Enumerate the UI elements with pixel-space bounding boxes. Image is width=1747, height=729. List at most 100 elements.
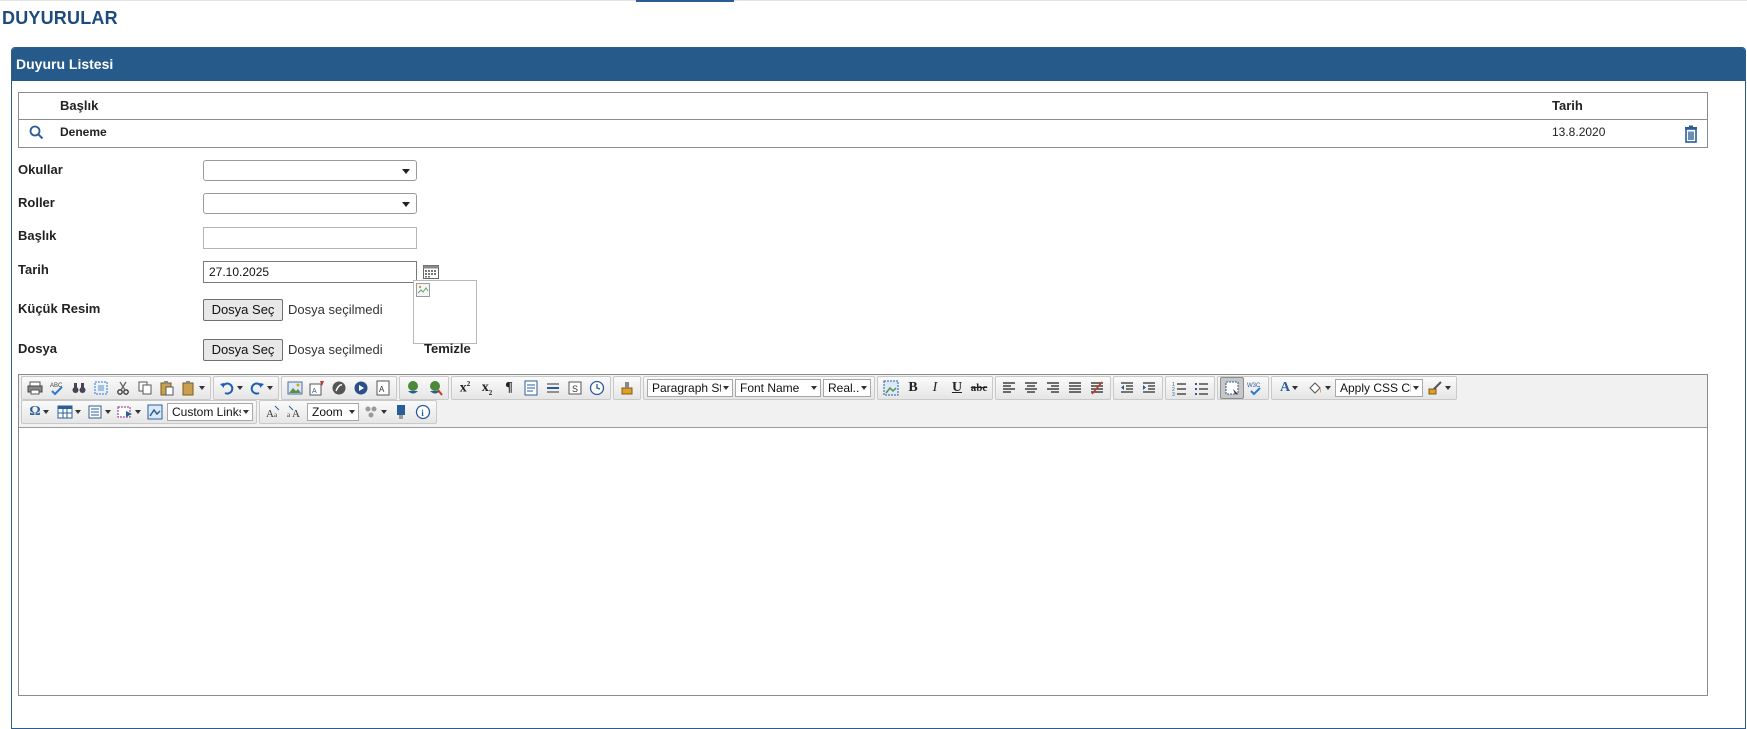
xhtml-validator-icon[interactable]: W3C [1244,378,1266,398]
toolbar-group-view: W3C [1217,376,1269,400]
insert-symbol-box-icon[interactable]: S [564,378,586,398]
chevron-down-icon [381,410,387,414]
thumbnail-label: Küçük Resim [18,301,101,316]
toolbar-group-case: Aa aA Zoom i [259,400,437,424]
clear-link[interactable]: Temizle [424,341,471,356]
file-button[interactable]: Dosya Seç [203,339,283,361]
toolbar-group-lists: 123 [1165,376,1215,400]
chevron-down-icon [349,410,355,414]
clock-icon[interactable] [586,378,608,398]
svg-text:A: A [312,388,317,395]
css-class-dropdown[interactable]: Apply CSS Cl... [1335,379,1423,397]
magnifier-icon[interactable] [27,123,47,143]
paste-icon[interactable] [156,378,178,398]
toolbar-group-format: x2 x2 ¶ S [451,376,611,400]
title-input[interactable] [203,227,417,249]
indent-icon[interactable] [1138,378,1160,398]
form-icon[interactable] [520,378,542,398]
trash-icon[interactable] [1681,124,1701,144]
format-cleaner-icon[interactable] [1424,378,1454,398]
strikethrough-icon[interactable]: abc [968,378,990,398]
date-input[interactable] [203,261,417,283]
remove-alignment-icon[interactable] [1086,378,1108,398]
print-icon[interactable] [24,378,46,398]
underline-icon[interactable]: U [946,378,968,398]
align-left-icon[interactable] [998,378,1020,398]
about-icon[interactable]: i [412,402,434,422]
image-manager-icon[interactable] [284,378,306,398]
outdent-icon[interactable] [1116,378,1138,398]
toggle-screen-mode-icon[interactable] [390,402,412,422]
chevron-down-icon [402,169,410,174]
toggle-borders-icon[interactable] [1220,377,1244,399]
flash-icon[interactable] [328,378,350,398]
chevron-down-icon [42,410,49,414]
roles-select[interactable] [203,193,417,214]
announcement-panel: Duyuru Listesi Başlık Tarih Deneme 13.8.… [11,47,1746,729]
toolbar-row-1: ABC A A x2 x2 ¶ S Paragraph S Font Name … [21,376,1459,400]
row-title: Deneme [60,125,107,139]
font-name-dropdown[interactable]: Font Name [735,379,821,397]
thumbnail-file-button[interactable]: Dosya Seç [203,299,283,321]
date-label: Tarih [18,262,49,277]
select-all-icon[interactable] [90,378,112,398]
panel-header: Duyuru Listesi [12,48,1745,81]
image-map-icon[interactable]: A [306,378,328,398]
find-replace-icon[interactable] [68,378,90,398]
undo-icon[interactable] [216,378,246,398]
svg-text:3: 3 [1172,392,1175,396]
media-icon[interactable] [350,378,372,398]
svg-text:A: A [266,408,274,420]
redo-icon[interactable] [246,378,276,398]
chevron-down-icon [861,386,867,390]
document-manager-icon[interactable]: A [372,378,394,398]
toolbar-group-edit: ABC [21,376,211,400]
font-size-dropdown[interactable]: Real... [823,379,871,397]
cut-icon[interactable] [112,378,134,398]
custom-links-dropdown[interactable]: Custom Links [167,403,253,421]
fore-color-icon[interactable]: A [1274,378,1304,398]
bold-icon[interactable]: B [902,378,924,398]
module-manager-icon[interactable] [360,402,390,422]
thumbnail-preview [413,280,477,344]
spellcheck-icon[interactable]: ABC [46,378,68,398]
horizontal-rule-icon[interactable] [542,378,564,398]
template-icon[interactable] [114,402,144,422]
paragraph-icon[interactable]: ¶ [498,378,520,398]
schools-select[interactable] [203,160,417,181]
svg-text:a: a [274,411,278,419]
back-color-icon[interactable] [1304,378,1334,398]
calendar-icon[interactable] [423,265,439,279]
unlink-icon[interactable] [424,378,446,398]
bullet-list-icon[interactable] [1190,378,1212,398]
chevron-down-icon [811,386,817,390]
toolbar-group-history [213,376,279,400]
broken-image-icon [416,283,430,297]
schools-label: Okullar [18,162,63,177]
snippet-icon[interactable] [84,402,114,422]
chevron-down-icon [105,410,111,414]
superscript-icon[interactable]: x2 [454,378,476,398]
justify-icon[interactable] [1064,378,1086,398]
align-right-icon[interactable] [1042,378,1064,398]
omega-symbol-icon[interactable]: Ω [24,402,54,422]
subscript-icon[interactable]: x2 [476,378,498,398]
table-icon[interactable] [54,402,84,422]
thumbnail-file-status: Dosya seçilmedi [288,302,383,317]
row-date: 13.8.2020 [1552,125,1606,139]
numbered-list-icon[interactable]: 123 [1168,378,1190,398]
paragraph-style-dropdown[interactable]: Paragraph St... [647,379,733,397]
convert-lowercase-icon[interactable]: Aa [262,402,284,422]
convert-uppercase-icon[interactable]: aA [284,402,306,422]
table-row[interactable]: Deneme 13.8.2020 [19,120,1707,147]
align-center-icon[interactable] [1020,378,1042,398]
link-icon[interactable] [402,378,424,398]
format-stripper-icon[interactable] [616,378,638,398]
italic-icon[interactable]: I [924,378,946,398]
zoom-dropdown[interactable]: Zoom [307,403,359,421]
image-properties-icon[interactable] [880,378,902,398]
copy-icon[interactable] [134,378,156,398]
editor-content-area[interactable] [19,428,1707,695]
paste-options-icon[interactable] [178,378,208,398]
image-map-editor-icon[interactable] [144,402,166,422]
